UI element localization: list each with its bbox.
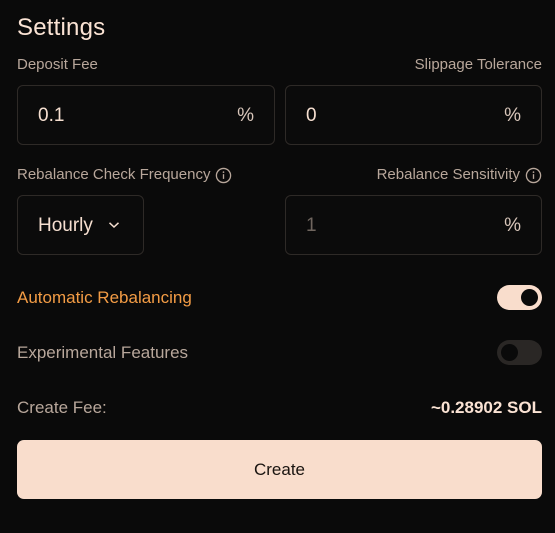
create-fee-label: Create Fee:: [17, 398, 107, 417]
rebalance-frequency-select[interactable]: Hourly: [17, 195, 144, 255]
percent-unit: %: [504, 215, 521, 236]
percent-unit: %: [504, 105, 521, 126]
rebalance-sensitivity-label: Rebalance Sensitivity: [377, 165, 542, 185]
rebalance-sensitivity-label-text: Rebalance Sensitivity: [376, 166, 520, 183]
rebalance-sensitivity-value: 1: [306, 215, 317, 236]
percent-unit: %: [237, 105, 254, 126]
toggle-knob: [501, 344, 518, 361]
rebalance-frequency-label: Rebalance Check Frequency: [17, 165, 232, 185]
slippage-field[interactable]: 0 %: [285, 85, 542, 145]
automatic-rebalancing-toggle[interactable]: [497, 285, 542, 310]
info-icon[interactable]: [215, 167, 232, 184]
page-title: Settings: [17, 14, 106, 41]
automatic-rebalancing-label: Automatic Rebalancing: [17, 288, 192, 307]
experimental-features-toggle[interactable]: [497, 340, 542, 365]
rebalance-frequency-selected: Hourly: [38, 215, 93, 236]
toggle-knob: [521, 289, 538, 306]
create-button[interactable]: Create: [17, 440, 542, 499]
rebalance-frequency-label-text: Rebalance Check Frequency: [17, 166, 211, 183]
deposit-fee-field[interactable]: 0.1 %: [17, 85, 275, 145]
create-fee-value: ~0.28902 SOL: [430, 398, 542, 417]
deposit-fee-value: 0.1: [38, 105, 65, 126]
info-icon[interactable]: [525, 167, 542, 184]
rebalance-sensitivity-field[interactable]: 1 %: [285, 195, 542, 255]
deposit-fee-label: Deposit Fee: [17, 56, 98, 73]
chevron-down-icon: [108, 222, 120, 229]
slippage-value: 0: [306, 105, 317, 126]
slippage-label: Slippage Tolerance: [414, 56, 542, 73]
experimental-features-label: Experimental Features: [17, 343, 189, 362]
